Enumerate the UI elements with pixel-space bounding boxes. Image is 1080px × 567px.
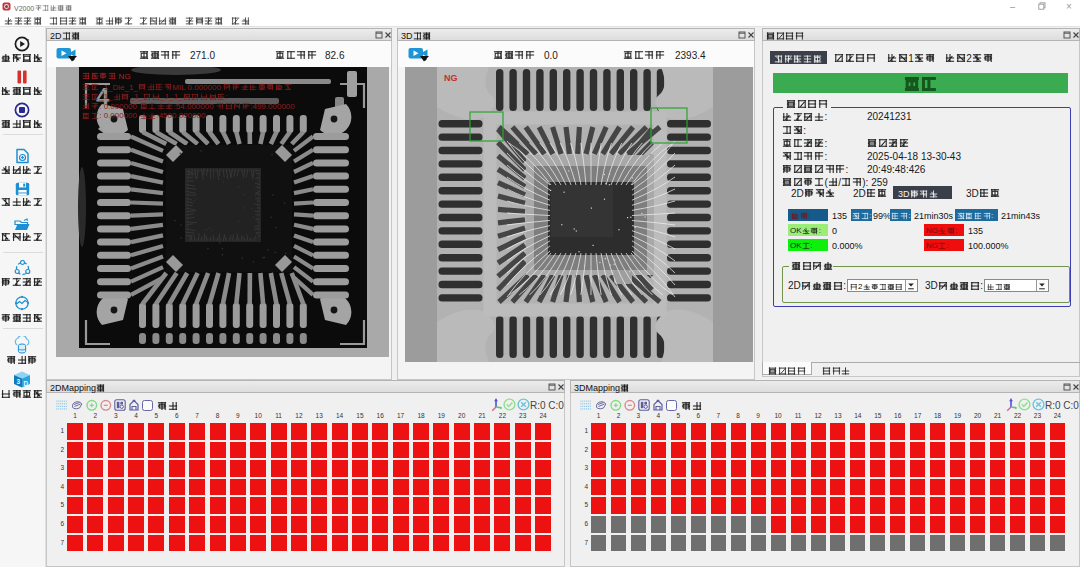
svg-text:3: 3 [16,378,20,385]
